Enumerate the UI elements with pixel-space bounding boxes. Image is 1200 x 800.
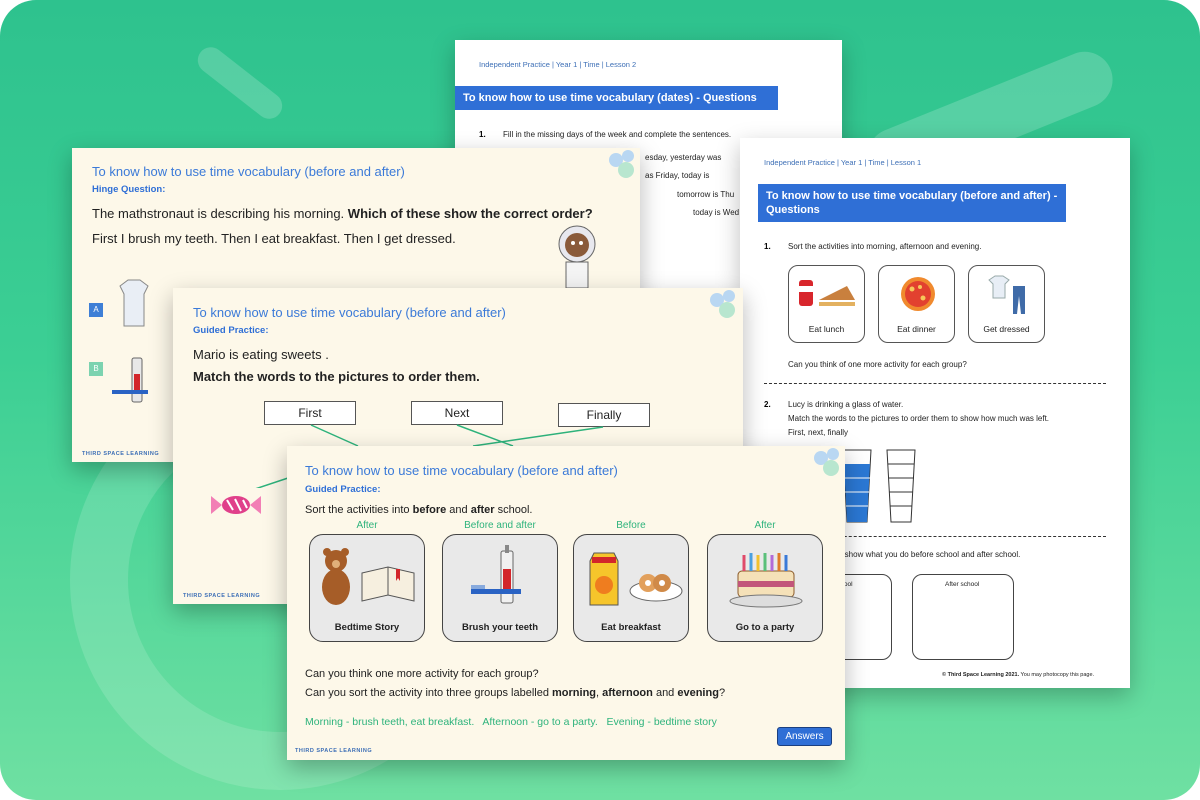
instruction-part: and (446, 504, 471, 516)
brand-logo: THIRD SPACE LEARNING (82, 451, 160, 457)
option-b-badge[interactable]: B (89, 362, 103, 376)
breakfast-icon (589, 552, 683, 606)
question-number: 1. (764, 242, 771, 251)
activity-card: Eat dinner (878, 265, 955, 343)
question-line: Can you think one more activity for each… (305, 668, 539, 680)
question-number: 2. (764, 400, 771, 409)
question-bold: afternoon (602, 687, 653, 699)
question-followup: Can you think of one more activity for e… (788, 360, 967, 369)
slide-subtitle: Hinge Question: (92, 184, 166, 195)
brand-logo: THIRD SPACE LEARNING (183, 593, 261, 599)
instruction-line: Sort the activities into before and afte… (305, 504, 532, 516)
lunch-icon (799, 280, 855, 306)
question-part: and (652, 687, 678, 699)
answers-button[interactable]: Answers (777, 727, 832, 746)
card-label: Eat breakfast (601, 622, 661, 633)
question-line: Can you sort the activity into three gro… (305, 687, 725, 699)
copyright-bold: © Third Space Learning 2021. (942, 672, 1020, 678)
activity-card-eat-breakfast[interactable]: Eat breakfast (573, 534, 689, 642)
activity-card: Get dressed (968, 265, 1045, 343)
answer-box-after-school[interactable]: After school (912, 574, 1014, 660)
copyright-rest: You may photocopy this page. (1019, 672, 1095, 678)
slide-guided-sorting: To know how to use time vocabulary (befo… (287, 446, 845, 760)
answer-text: Morning - brush teeth, eat breakfast. Af… (305, 716, 717, 728)
question-bold: morning (552, 687, 597, 699)
birthday-cake-icon (729, 553, 803, 608)
question-text: First, next, finally (788, 428, 849, 437)
teddy-and-book-icon (322, 548, 415, 605)
question-plain: The mathstronaut is describing his morni… (92, 206, 348, 221)
pizza-icon (901, 277, 935, 311)
question-text: Match the words to the pictures to order… (788, 414, 1050, 423)
activity-card-go-to-party[interactable]: Go to a party (707, 534, 823, 642)
group-label: After (356, 520, 378, 531)
mathstronaut-icon (558, 225, 596, 288)
question-text: Fill in the missing days of the week and… (503, 130, 732, 139)
question-line: First I brush my teeth. Then I eat break… (92, 231, 456, 246)
box-label: After school (945, 581, 980, 588)
sentence-line: as Friday, today is (645, 171, 710, 180)
question-text: Sort the activities into morning, aftern… (788, 242, 982, 251)
slide-title: To know how to use time vocabulary (befo… (92, 164, 405, 179)
group-label: Before and after (464, 520, 536, 531)
worksheet-header: Independent Practice | Year 1 | Time | L… (479, 60, 637, 69)
worksheet-title: To know how to use time vocabulary (date… (455, 86, 778, 110)
group-label: After (754, 520, 776, 531)
sentence-line: esday, yesterday was (645, 153, 722, 162)
sweet-icon (211, 496, 261, 514)
card-label: Eat lunch (808, 324, 845, 334)
glasses-of-water (842, 449, 916, 523)
card-label: Bedtime Story (334, 622, 400, 633)
question-line: The mathstronaut is describing his morni… (92, 206, 593, 221)
sentence-line: tomorrow is Thu (677, 190, 735, 199)
option-a-badge[interactable]: A (89, 303, 103, 317)
worksheet-header: Independent Practice | Year 1 | Time | L… (764, 158, 922, 167)
toothbrush-icon (112, 357, 148, 403)
instruction-part: Sort the activities into (305, 504, 413, 516)
question-text: o show what you do before school and aft… (838, 550, 1021, 559)
activity-card-brush-teeth[interactable]: Brush your teeth (442, 534, 558, 642)
shirt-icon (119, 279, 149, 327)
clothes-icon (988, 275, 1025, 314)
question-part: ? (718, 687, 726, 699)
instruction-bold: before (412, 504, 447, 516)
question-bold: Which of these show the correct order? (347, 206, 593, 221)
brand-logo: THIRD SPACE LEARNING (295, 748, 373, 754)
instruction-bold: after (470, 504, 495, 516)
activity-card: Eat lunch (788, 265, 865, 343)
question-number: 1. (479, 130, 486, 139)
card-label: Brush your teeth (461, 622, 538, 633)
copyright: © Third Space Learning 2021. You may pho… (942, 672, 1094, 678)
question-text: Lucy is drinking a glass of water. (788, 400, 904, 409)
slide-subtitle: Guided Practice: (305, 484, 381, 495)
background: Independent Practice | Year 1 | Time | L… (0, 0, 1200, 800)
question-bold: evening (677, 687, 719, 699)
divider (764, 383, 1106, 384)
card-label: Go to a party (735, 622, 795, 633)
group-label: Before (616, 520, 646, 531)
brand-dots-icon (814, 448, 839, 476)
question-part: Can you sort the activity into three gro… (305, 687, 553, 699)
slide-title: To know how to use time vocabulary (befo… (305, 463, 618, 478)
activity-card-bedtime-story[interactable]: Bedtime Story (309, 534, 425, 642)
card-label: Get dressed (983, 324, 1030, 334)
toothbrush-icon (471, 545, 521, 604)
sentence-line: today is Wed (693, 208, 740, 217)
instruction-part: school. (494, 504, 533, 516)
brand-dots-icon (609, 150, 634, 178)
worksheet-title: To know how to use time vocabulary (befo… (758, 184, 1066, 222)
decor-pill-left (192, 41, 288, 125)
card-label: Eat dinner (897, 324, 936, 334)
